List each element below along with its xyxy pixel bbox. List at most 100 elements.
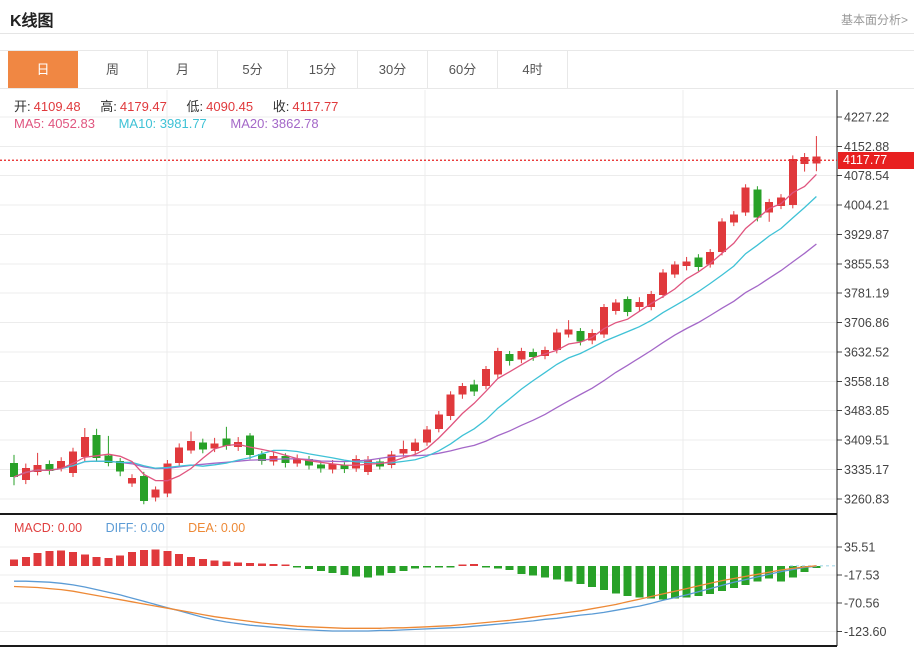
y-axis-label: 3781.19 [844,287,889,301]
candle [423,429,431,443]
candle [151,489,160,498]
candle [611,302,620,312]
macd-axis-label: -70.56 [844,597,879,611]
macd-bar [564,565,573,582]
ohlc-legend: 开: 4109.48 高: 4179.47 低: 4090.45 收: 4117.77 [14,96,338,115]
macd-bar [163,550,172,566]
candle [576,331,585,342]
macd-bar [45,550,54,566]
macd-bar [293,565,302,568]
candle [529,351,538,357]
candle [659,272,667,295]
ma5-label: MA5: 4052.83 [14,116,95,131]
macd-bar [328,565,337,574]
candle [187,441,195,451]
candle [694,257,703,268]
macd-bar [482,565,490,568]
macd-bar [210,560,219,566]
y-axis-label: 3260.83 [844,492,889,506]
macd-bar [151,549,160,566]
open-label: 开: [14,99,31,114]
kline-widget: K线图 基本面分析> 日周月 5分 15分 30分 60分 4时 4227.22 4152.… [0,0,914,649]
candle [706,252,715,265]
macd-bar [623,565,632,597]
macd-bar [198,558,207,566]
macd-axis-label: 35.51 [844,540,875,554]
candle [670,264,679,275]
candle [482,369,490,387]
candle [623,299,632,313]
y-axis-label: 3483.85 [844,404,889,418]
macd-bar [340,565,349,575]
macd-bar [777,565,785,582]
macd-bar [139,549,148,566]
y-axis-label: 3929.87 [844,228,889,242]
macd-bar [529,565,538,576]
ma20-label: MA20: 3862.78 [230,116,319,131]
ma10-label: MA10: 3981.77 [118,116,207,131]
candle [517,350,526,360]
macd-bar [246,563,254,566]
candle [753,189,762,218]
macd-bar [69,552,77,566]
macd-bar [647,565,656,599]
macd-bar [364,565,372,578]
macd-bar [399,565,408,572]
macd-bar [588,565,597,587]
macd-bar [458,564,467,567]
macd-axis-label: -123.60 [844,625,886,639]
y-axis-label: 3409.51 [844,434,889,448]
candle [682,261,691,267]
macd-bar [269,564,278,566]
candle [718,221,726,253]
candle [729,214,738,223]
macd-value-label: MACD: 0.00 [14,521,83,535]
macd-bar [600,565,608,591]
macd-bar [257,563,266,566]
y-axis-label: 3855.53 [844,257,889,271]
macd-bar [505,565,514,571]
macd-axis-label: -17.53 [844,569,879,583]
candle [10,463,18,477]
y-axis-label: 4004.21 [844,199,889,213]
macd-bar [541,565,549,578]
y-axis-label: 3558.18 [844,375,889,389]
candle [175,447,184,463]
candle [635,301,644,308]
macd-bar [104,557,113,566]
high-label: 高: [100,99,117,114]
low-value: 4090.45 [206,99,254,114]
y-axis-label: 3335.17 [844,463,889,477]
macd-bar [576,565,585,584]
candle [788,158,797,205]
macd-bar [552,565,561,580]
y-axis-label: 3632.52 [844,345,889,359]
ma5-line [13,173,817,482]
candle [80,437,89,458]
candle [552,332,561,350]
macd-bar [175,554,184,566]
macd-bar [718,565,726,592]
macd-bar [352,565,361,577]
macd-bar [234,562,243,566]
macd-bar [222,561,231,566]
candle [741,187,750,213]
ma-legend: MA5: 4052.83 MA10: 3981.77 MA20: 3862.78 [14,116,319,131]
low-label: 低: [186,99,204,114]
macd-bar [10,559,18,566]
candle [505,354,514,362]
macd-bar [281,564,290,567]
macd-bar [57,550,66,566]
candle [470,384,479,392]
macd-bar [21,556,30,566]
macd-bar [446,565,455,568]
macd-bar [635,565,644,598]
candle [364,459,372,472]
ma10-line [13,196,817,478]
macd-bar [411,565,420,569]
macd-bar [128,552,136,566]
macd-bar [670,565,679,599]
candle [399,448,408,454]
y-axis-label: 4227.22 [844,111,889,125]
candle [493,350,502,375]
